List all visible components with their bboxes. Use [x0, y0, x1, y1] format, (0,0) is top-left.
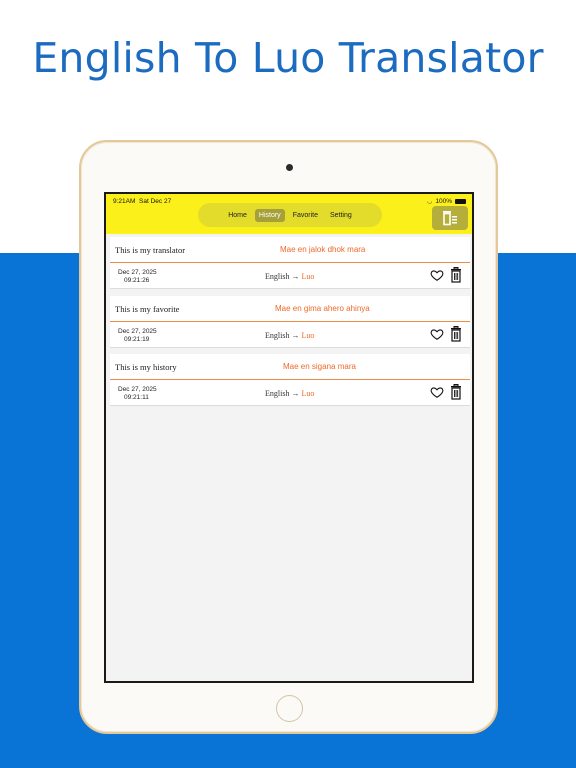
clear-history-button[interactable]	[432, 206, 468, 230]
language-pair: English → Luo	[265, 389, 314, 398]
battery-percent: 100%	[435, 198, 452, 205]
status-date: Sat Dec 27	[139, 198, 172, 205]
tab-home[interactable]: Home	[224, 209, 251, 222]
status-time: 9:21AM Sat Dec 27	[113, 198, 171, 205]
source-language: English →	[265, 272, 300, 281]
entry-time: 09:21:26	[124, 276, 150, 284]
language-pair: English → Luo	[265, 272, 314, 281]
source-text: This is my history	[115, 361, 177, 372]
delete-trash-icon[interactable]	[450, 384, 462, 400]
tab-setting[interactable]: Setting	[326, 209, 356, 222]
tab-favorite[interactable]: Favorite	[289, 209, 322, 222]
tab-segment-control: Home History Favorite Setting	[198, 203, 382, 227]
entry-date: Dec 27, 2025	[118, 269, 157, 276]
target-language: Luo	[301, 272, 315, 281]
favorite-heart-icon[interactable]	[430, 268, 444, 282]
entry-date: Dec 27, 2025	[118, 386, 157, 393]
target-language: Luo	[301, 389, 315, 398]
tab-history[interactable]: History	[254, 208, 285, 222]
source-text: This is my translator	[115, 244, 186, 255]
entry-text-row: This is my history Mae en sigana mara	[110, 354, 470, 380]
tablet-frame: 9:21AM Sat Dec 27 ◡ 100% Home History Fa…	[79, 140, 498, 734]
translated-text: Mae en sigana mara	[283, 362, 356, 371]
history-entry: This is my history Mae en sigana mara De…	[110, 354, 470, 406]
top-bar: 9:21AM Sat Dec 27 ◡ 100% Home History Fa…	[106, 194, 472, 234]
source-language: English →	[265, 389, 300, 398]
status-indicators: ◡ 100%	[427, 198, 466, 205]
entry-meta-row: Dec 27, 2025 09:21:26 English → Luo	[110, 263, 470, 289]
translated-text: Mae en gima ahero ahinya	[275, 304, 370, 313]
source-language: English →	[265, 331, 300, 340]
battery-icon	[455, 199, 466, 204]
favorite-heart-icon[interactable]	[430, 327, 444, 341]
entry-date: Dec 27, 2025	[118, 328, 157, 335]
wifi-icon: ◡	[427, 199, 433, 205]
translated-text: Mae en jalok dhok mara	[280, 245, 366, 254]
delete-trash-icon[interactable]	[450, 326, 462, 342]
language-pair: English → Luo	[265, 331, 314, 340]
entry-timestamp: Dec 27, 2025 09:21:19	[118, 328, 157, 343]
entry-time: 09:21:11	[124, 393, 149, 401]
home-button[interactable]	[276, 695, 303, 722]
entry-text-row: This is my translator Mae en jalok dhok …	[110, 237, 470, 263]
entry-meta-row: Dec 27, 2025 09:21:11 English → Luo	[110, 380, 470, 406]
history-entry: This is my translator Mae en jalok dhok …	[110, 237, 470, 289]
history-entry: This is my favorite Mae en gima ahero ah…	[110, 296, 470, 348]
trash-list-icon	[443, 211, 457, 226]
target-language: Luo	[301, 331, 315, 340]
entry-meta-row: Dec 27, 2025 09:21:19 English → Luo	[110, 322, 470, 348]
entry-time: 09:21:19	[124, 335, 150, 343]
status-clock: 9:21AM	[113, 198, 136, 205]
favorite-heart-icon[interactable]	[430, 385, 444, 399]
app-screen: 9:21AM Sat Dec 27 ◡ 100% Home History Fa…	[104, 192, 474, 683]
entry-timestamp: Dec 27, 2025 09:21:11	[118, 386, 157, 401]
entry-timestamp: Dec 27, 2025 09:21:26	[118, 269, 157, 284]
page-headline: English To Luo Translator	[32, 34, 544, 82]
source-text: This is my favorite	[115, 303, 180, 314]
entry-text-row: This is my favorite Mae en gima ahero ah…	[110, 296, 470, 322]
delete-trash-icon[interactable]	[450, 267, 462, 283]
camera-dot	[286, 164, 293, 171]
